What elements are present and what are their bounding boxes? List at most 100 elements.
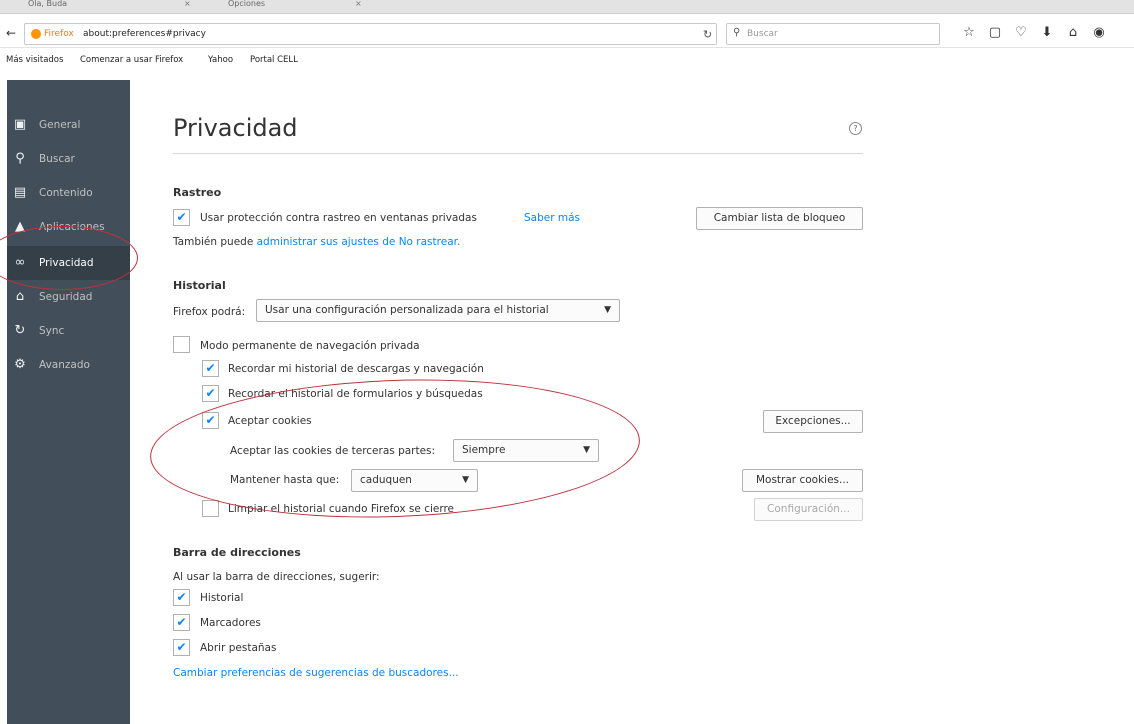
tab-1[interactable]: Ola, Buda × bbox=[10, 0, 210, 13]
search-bar[interactable]: ⚲ Buscar bbox=[726, 23, 940, 45]
sidebar-item-applications[interactable]: ▲ Aplicaciones bbox=[7, 210, 130, 244]
tab-2-close-icon[interactable]: × bbox=[355, 0, 362, 8]
permanent-private-checkbox[interactable] bbox=[173, 336, 190, 353]
keep-until-select[interactable]: caduquen ▼ bbox=[351, 469, 478, 492]
tab-strip: Ola, Buda × Opciones × bbox=[0, 0, 1134, 14]
suggest-bookmarks-checkbox[interactable]: ✔ bbox=[173, 614, 190, 631]
suggest-open-tabs-checkbox[interactable]: ✔ bbox=[173, 639, 190, 656]
firefox-will-label: Firefox podrá: bbox=[173, 306, 246, 318]
applications-icon: ▲ bbox=[15, 219, 25, 234]
sidebar-item-search[interactable]: ⚲ Buscar bbox=[7, 142, 130, 176]
sidebar-item-general[interactable]: ▣ General bbox=[7, 108, 130, 142]
firefox-logo-icon bbox=[31, 29, 41, 39]
page-title: Privacidad bbox=[173, 114, 298, 142]
general-icon: ▣ bbox=[13, 117, 27, 132]
chevron-down-icon: ▼ bbox=[583, 445, 590, 455]
change-blocklist-button[interactable]: Cambiar lista de bloqueo bbox=[696, 207, 863, 230]
exceptions-button[interactable]: Excepciones... bbox=[763, 410, 863, 433]
url-text[interactable]: about:preferences#privacy bbox=[83, 29, 206, 39]
sidebar-item-label: Contenido bbox=[39, 187, 93, 199]
keep-until-value: caduquen bbox=[360, 474, 412, 486]
permanent-private-label: Modo permanente de navegación privada bbox=[200, 340, 420, 352]
navigation-bar: ← Firefox about:preferences#privacy ↻ ⚲ … bbox=[0, 18, 1134, 48]
show-cookies-button[interactable]: Mostrar cookies... bbox=[742, 469, 863, 492]
sidebar-item-advanced[interactable]: ⚙ Avanzado bbox=[7, 348, 130, 382]
sidebar-item-label: Sync bbox=[39, 325, 65, 337]
sidebar-item-label: Seguridad bbox=[39, 291, 93, 303]
sidebar-item-content[interactable]: ▤ Contenido bbox=[7, 176, 130, 210]
bookmark-star-icon[interactable]: ☆ bbox=[956, 23, 982, 43]
history-mode-value: Usar una configuración personalizada par… bbox=[265, 304, 549, 316]
lock-icon: ⌂ bbox=[15, 289, 25, 304]
reload-icon[interactable]: ↻ bbox=[703, 28, 712, 41]
clear-on-close-checkbox[interactable] bbox=[202, 500, 219, 517]
remember-downloads-label: Recordar mi historial de descargas y nav… bbox=[228, 363, 484, 375]
suggest-bookmarks-label: Marcadores bbox=[200, 617, 261, 629]
back-icon[interactable]: ← bbox=[6, 26, 16, 40]
remember-downloads-checkbox[interactable]: ✔ bbox=[202, 360, 219, 377]
downloads-icon[interactable]: ⬇ bbox=[1034, 23, 1060, 43]
search-icon: ⚲ bbox=[733, 27, 741, 38]
home-icon[interactable]: ⌂ bbox=[1060, 23, 1086, 43]
pocket-icon[interactable]: ♡ bbox=[1008, 23, 1034, 43]
preferences-sidebar: ▣ General ⚲ Buscar ▤ Contenido ▲ Aplicac… bbox=[7, 80, 130, 724]
chevron-down-icon: ▼ bbox=[604, 305, 611, 315]
dnt-prefix: También puede bbox=[173, 236, 257, 248]
tracking-protection-label: Usar protección contra rastreo en ventan… bbox=[200, 212, 477, 224]
manage-dnt-link[interactable]: administrar sus ajustes de No rastrear. bbox=[257, 236, 461, 248]
toolbar-icons: ☆ ▢ ♡ ⬇ ⌂ ◉ bbox=[956, 23, 1112, 43]
learn-more-link[interactable]: Saber más bbox=[524, 212, 580, 224]
location-bar-heading: Barra de direcciones bbox=[173, 546, 301, 559]
preferences-content: Privacidad ? Rastreo ✔ Usar protección c… bbox=[130, 80, 1134, 724]
chevron-down-icon: ▼ bbox=[462, 475, 469, 485]
chat-icon[interactable]: ◉ bbox=[1086, 23, 1112, 43]
tracking-heading: Rastreo bbox=[173, 186, 222, 199]
tab-2[interactable]: Opciones × bbox=[210, 0, 380, 13]
sidebar-item-label: Privacidad bbox=[39, 257, 94, 269]
suggest-history-checkbox[interactable]: ✔ bbox=[173, 589, 190, 606]
tracking-protection-checkbox[interactable]: ✔ bbox=[173, 209, 190, 226]
privacy-mask-icon: ∞ bbox=[14, 255, 26, 270]
remember-forms-checkbox[interactable]: ✔ bbox=[202, 385, 219, 402]
bookmark-getting-started[interactable]: Comenzar a usar Firefox bbox=[80, 55, 183, 65]
search-placeholder: Buscar bbox=[747, 29, 778, 39]
bookmarks-toolbar: Más visitados Comenzar a usar Firefox Ya… bbox=[0, 52, 1134, 68]
third-party-value: Siempre bbox=[462, 444, 506, 456]
clear-on-close-label: Limpiar el historial cuando Firefox se c… bbox=[228, 503, 455, 515]
bookmark-most-visited[interactable]: Más visitados bbox=[6, 55, 63, 65]
history-heading: Historial bbox=[173, 279, 226, 292]
content-icon: ▤ bbox=[13, 185, 27, 200]
dnt-text: También puede administrar sus ajustes de… bbox=[173, 236, 460, 248]
sidebar-item-label: Buscar bbox=[39, 153, 75, 165]
title-divider bbox=[173, 153, 863, 154]
sync-icon: ↻ bbox=[14, 323, 26, 338]
accept-cookies-checkbox[interactable]: ✔ bbox=[202, 412, 219, 429]
sidebar-item-sync[interactable]: ↻ Sync bbox=[7, 314, 130, 348]
suggest-label: Al usar la barra de direcciones, sugerir… bbox=[173, 571, 380, 583]
url-bar[interactable]: Firefox about:preferences#privacy ↻ bbox=[24, 23, 717, 45]
bookmark-portal-cell[interactable]: Portal CELL bbox=[250, 55, 298, 65]
tab-1-close-icon[interactable]: × bbox=[184, 0, 191, 8]
history-mode-select[interactable]: Usar una configuración personalizada par… bbox=[256, 299, 620, 322]
suggest-open-tabs-label: Abrir pestañas bbox=[200, 642, 277, 654]
sidebar-item-label: Aplicaciones bbox=[39, 221, 105, 233]
change-search-suggestions-link[interactable]: Cambiar preferencias de sugerencias de b… bbox=[173, 667, 459, 679]
accept-cookies-label: Aceptar cookies bbox=[228, 415, 312, 427]
sidebar-item-label: Avanzado bbox=[39, 359, 90, 371]
library-icon[interactable]: ▢ bbox=[982, 23, 1008, 43]
help-icon[interactable]: ? bbox=[849, 122, 862, 135]
advanced-icon: ⚙ bbox=[14, 357, 26, 372]
third-party-label: Aceptar las cookies de terceras partes: bbox=[230, 445, 436, 457]
tab-2-label: Opciones bbox=[228, 0, 266, 8]
third-party-select[interactable]: Siempre ▼ bbox=[453, 439, 599, 462]
sidebar-item-privacy[interactable]: ∞ Privacidad bbox=[7, 246, 130, 280]
settings-button[interactable]: Configuración... bbox=[754, 498, 863, 521]
bookmark-yahoo[interactable]: Yahoo bbox=[208, 55, 233, 65]
identity-label: Firefox bbox=[44, 29, 74, 39]
suggest-history-label: Historial bbox=[200, 592, 244, 604]
remember-forms-label: Recordar el historial de formularios y b… bbox=[228, 388, 483, 400]
keep-until-label: Mantener hasta que: bbox=[230, 474, 340, 486]
sidebar-item-security[interactable]: ⌂ Seguridad bbox=[7, 280, 130, 314]
sidebar-item-label: General bbox=[39, 119, 81, 131]
tab-1-label: Ola, Buda bbox=[28, 0, 68, 8]
